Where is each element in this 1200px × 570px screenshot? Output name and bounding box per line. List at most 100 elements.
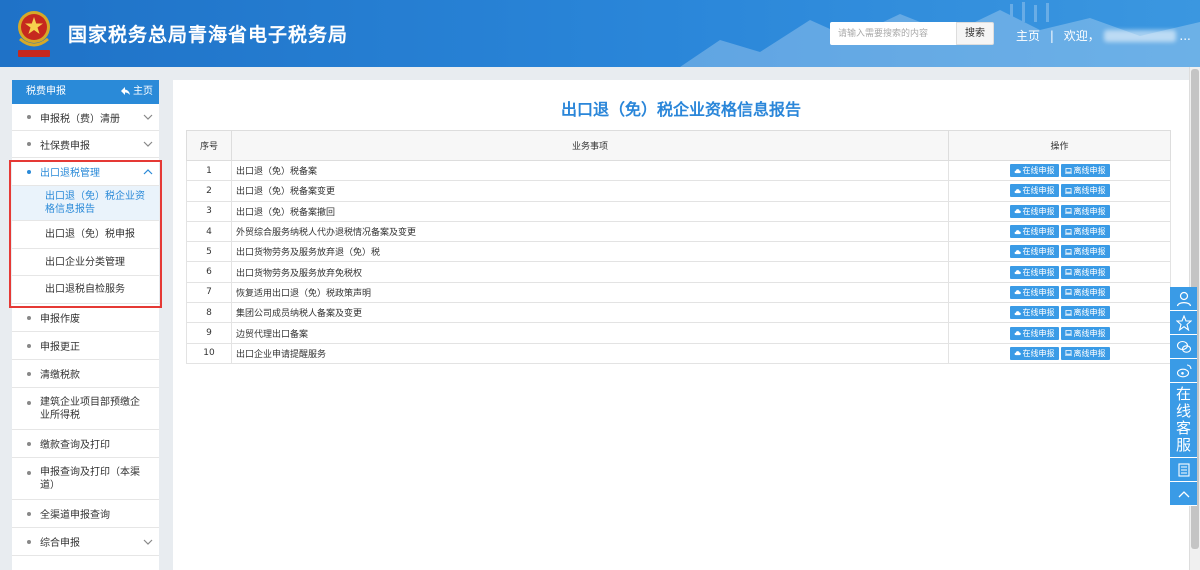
chevron-down-icon bbox=[143, 114, 153, 120]
row-operations: 在线申报 离线申报 bbox=[948, 322, 1171, 344]
sidebar-item-label: 申报税（费）清册 bbox=[40, 113, 120, 125]
sidebar-item-correct-declaration[interactable]: 申报更正 bbox=[12, 332, 159, 360]
table-row: 6 出口货物劳务及服务放弃免税权 在线申报 离线申报 bbox=[186, 261, 1171, 283]
offline-declare-button[interactable]: 离线申报 bbox=[1060, 184, 1110, 198]
sidebar-item-export-rebate[interactable]: 出口退税管理 bbox=[12, 158, 159, 186]
user-icon-button[interactable] bbox=[1170, 287, 1197, 311]
table-row: 2 出口退（免）税备案变更 在线申报 离线申报 bbox=[186, 180, 1171, 202]
favorite-button[interactable] bbox=[1170, 311, 1197, 335]
offline-declare-label: 离线申报 bbox=[1073, 328, 1106, 338]
sidebar-home-label: 主页 bbox=[133, 86, 153, 97]
sidebar-subitem-classification[interactable]: 出口企业分类管理 bbox=[12, 249, 159, 276]
sidebar-item-declaration-query[interactable]: 申报查询及打印（本渠道） bbox=[12, 458, 159, 500]
bullet-icon bbox=[27, 511, 31, 516]
home-link[interactable]: 主页 bbox=[1016, 27, 1040, 44]
sidebar-item-construction-prepay[interactable]: 建筑企业项目部预缴企业所得税 bbox=[12, 388, 159, 430]
row-number: 8 bbox=[186, 302, 232, 324]
offline-declare-button[interactable]: 离线申报 bbox=[1060, 204, 1110, 218]
online-declare-label: 在线申报 bbox=[1022, 186, 1055, 196]
bullet-icon bbox=[27, 401, 31, 405]
weibo-button[interactable] bbox=[1170, 359, 1197, 383]
chevron-up-icon bbox=[143, 168, 153, 174]
sidebar-item-declaration-list[interactable]: 申报税（费）清册 bbox=[12, 104, 159, 131]
sidebar-nav: 税费申报 主页 申报税（费）清册 社保费申报 出口退税管理 出口退（免）税企业资… bbox=[12, 80, 159, 570]
bullet-icon bbox=[27, 471, 31, 475]
online-declare-button[interactable]: 在线申报 bbox=[1009, 245, 1059, 259]
bullet-icon bbox=[27, 169, 31, 174]
wechat-button[interactable] bbox=[1170, 335, 1197, 359]
online-declare-button[interactable]: 在线申报 bbox=[1009, 265, 1059, 279]
row-operations: 在线申报 离线申报 bbox=[948, 302, 1171, 324]
service-char: 在 bbox=[1175, 385, 1191, 403]
sidebar-item-comprehensive[interactable]: 综合申报 bbox=[12, 528, 159, 556]
sidebar-home-link[interactable]: 主页 bbox=[121, 80, 153, 104]
online-declare-button[interactable]: 在线申报 bbox=[1009, 326, 1059, 340]
back-to-top-button[interactable] bbox=[1170, 482, 1197, 506]
sidebar-item-void-declaration[interactable]: 申报作废 bbox=[12, 304, 159, 332]
offline-declare-button[interactable]: 离线申报 bbox=[1060, 285, 1110, 299]
online-declare-label: 在线申报 bbox=[1022, 227, 1055, 237]
online-declare-button[interactable]: 在线申报 bbox=[1009, 164, 1059, 178]
row-number: 10 bbox=[186, 342, 232, 364]
sidebar-subitem-self-check[interactable]: 出口退税自检服务 bbox=[12, 276, 159, 304]
chevron-down-icon bbox=[143, 539, 153, 545]
service-char: 服 bbox=[1175, 436, 1191, 454]
service-char: 客 bbox=[1175, 419, 1191, 437]
username-ellipsis: ... bbox=[1179, 28, 1191, 43]
online-declare-button[interactable]: 在线申报 bbox=[1009, 204, 1059, 218]
online-declare-button[interactable]: 在线申报 bbox=[1009, 306, 1059, 320]
offline-declare-button[interactable]: 离线申报 bbox=[1060, 164, 1110, 178]
offline-declare-button[interactable]: 离线申报 bbox=[1060, 306, 1110, 320]
notes-button[interactable] bbox=[1170, 458, 1197, 482]
table-row: 7 恢复适用出口退（免）税政策声明 在线申报 离线申报 bbox=[186, 281, 1171, 304]
row-business-item: 恢复适用出口退（免）税政策声明 bbox=[231, 281, 949, 304]
online-declare-button[interactable]: 在线申报 bbox=[1009, 225, 1059, 239]
offline-declare-label: 离线申报 bbox=[1073, 247, 1106, 257]
offline-declare-button[interactable]: 离线申报 bbox=[1060, 245, 1110, 259]
weibo-icon bbox=[1176, 363, 1192, 377]
sidebar-item-clear-taxes[interactable]: 清缴税款 bbox=[12, 360, 159, 388]
online-declare-button[interactable]: 在线申报 bbox=[1009, 184, 1059, 198]
row-operations: 在线申报 离线申报 bbox=[948, 241, 1171, 263]
offline-declare-label: 离线申报 bbox=[1073, 206, 1106, 216]
row-number: 5 bbox=[186, 241, 232, 263]
computer-icon bbox=[1064, 289, 1072, 295]
sidebar-item-social-insurance[interactable]: 社保费申报 bbox=[12, 131, 159, 158]
search-button[interactable]: 搜索 bbox=[956, 22, 994, 45]
sidebar-subitem-rebate-declaration[interactable]: 出口退（免）税申报 bbox=[12, 221, 159, 249]
service-char: 线 bbox=[1175, 402, 1191, 420]
main-panel: 出口退（免）税企业资格信息报告 序号 业务事项 操作 1 出口退（免）税备案 在线申… bbox=[173, 80, 1189, 570]
computer-icon bbox=[1064, 330, 1072, 336]
row-business-item: 出口企业申请提醒服务 bbox=[231, 342, 949, 364]
sidebar-item-payment-query[interactable]: 缴款查询及打印 bbox=[12, 430, 159, 458]
online-service-button[interactable]: 在 线 客 服 bbox=[1170, 383, 1197, 458]
computer-icon bbox=[1064, 269, 1072, 275]
offline-declare-button[interactable]: 离线申报 bbox=[1060, 265, 1110, 279]
row-number: 9 bbox=[186, 322, 232, 344]
back-arrow-icon bbox=[121, 87, 130, 95]
search-input[interactable] bbox=[830, 22, 956, 45]
sidebar-subitem-qualification-report[interactable]: 出口退（免）税企业资格信息报告 bbox=[12, 186, 159, 221]
row-number: 6 bbox=[186, 261, 232, 283]
table-header-row: 序号 业务事项 操作 bbox=[186, 130, 1171, 161]
column-header-ops: 操作 bbox=[948, 130, 1171, 161]
cloud-upload-icon bbox=[1014, 351, 1021, 356]
sidebar-subitem-label: 出口企业分类管理 bbox=[45, 256, 125, 268]
online-declare-button[interactable]: 在线申报 bbox=[1009, 346, 1059, 360]
offline-declare-button[interactable]: 离线申报 bbox=[1060, 326, 1110, 340]
table-row: 5 出口货物劳务及服务放弃退（免）税 在线申报 离线申报 bbox=[186, 241, 1171, 263]
offline-declare-button[interactable]: 离线申报 bbox=[1060, 346, 1110, 360]
sidebar-item-label: 清缴税款 bbox=[40, 370, 80, 381]
table-row: 3 出口退（免）税备案撤回 在线申报 离线申报 bbox=[186, 200, 1171, 222]
row-operations: 在线申报 离线申报 bbox=[948, 342, 1171, 364]
row-operations: 在线申报 离线申报 bbox=[948, 281, 1171, 304]
offline-declare-button[interactable]: 离线申报 bbox=[1060, 225, 1110, 239]
sidebar-item-label: 缴款查询及打印 bbox=[40, 440, 110, 451]
sidebar-item-all-channel-query[interactable]: 全渠道申报查询 bbox=[12, 500, 159, 528]
row-operations: 在线申报 离线申报 bbox=[948, 220, 1171, 243]
floating-service-bar: 在 线 客 服 bbox=[1170, 287, 1197, 506]
row-business-item: 边贸代理出口备案 bbox=[231, 322, 949, 344]
sidebar-item-label: 社保费申报 bbox=[40, 140, 90, 152]
online-declare-button[interactable]: 在线申报 bbox=[1009, 285, 1059, 299]
sidebar-item-label: 申报查询及打印（本渠道） bbox=[40, 466, 140, 491]
